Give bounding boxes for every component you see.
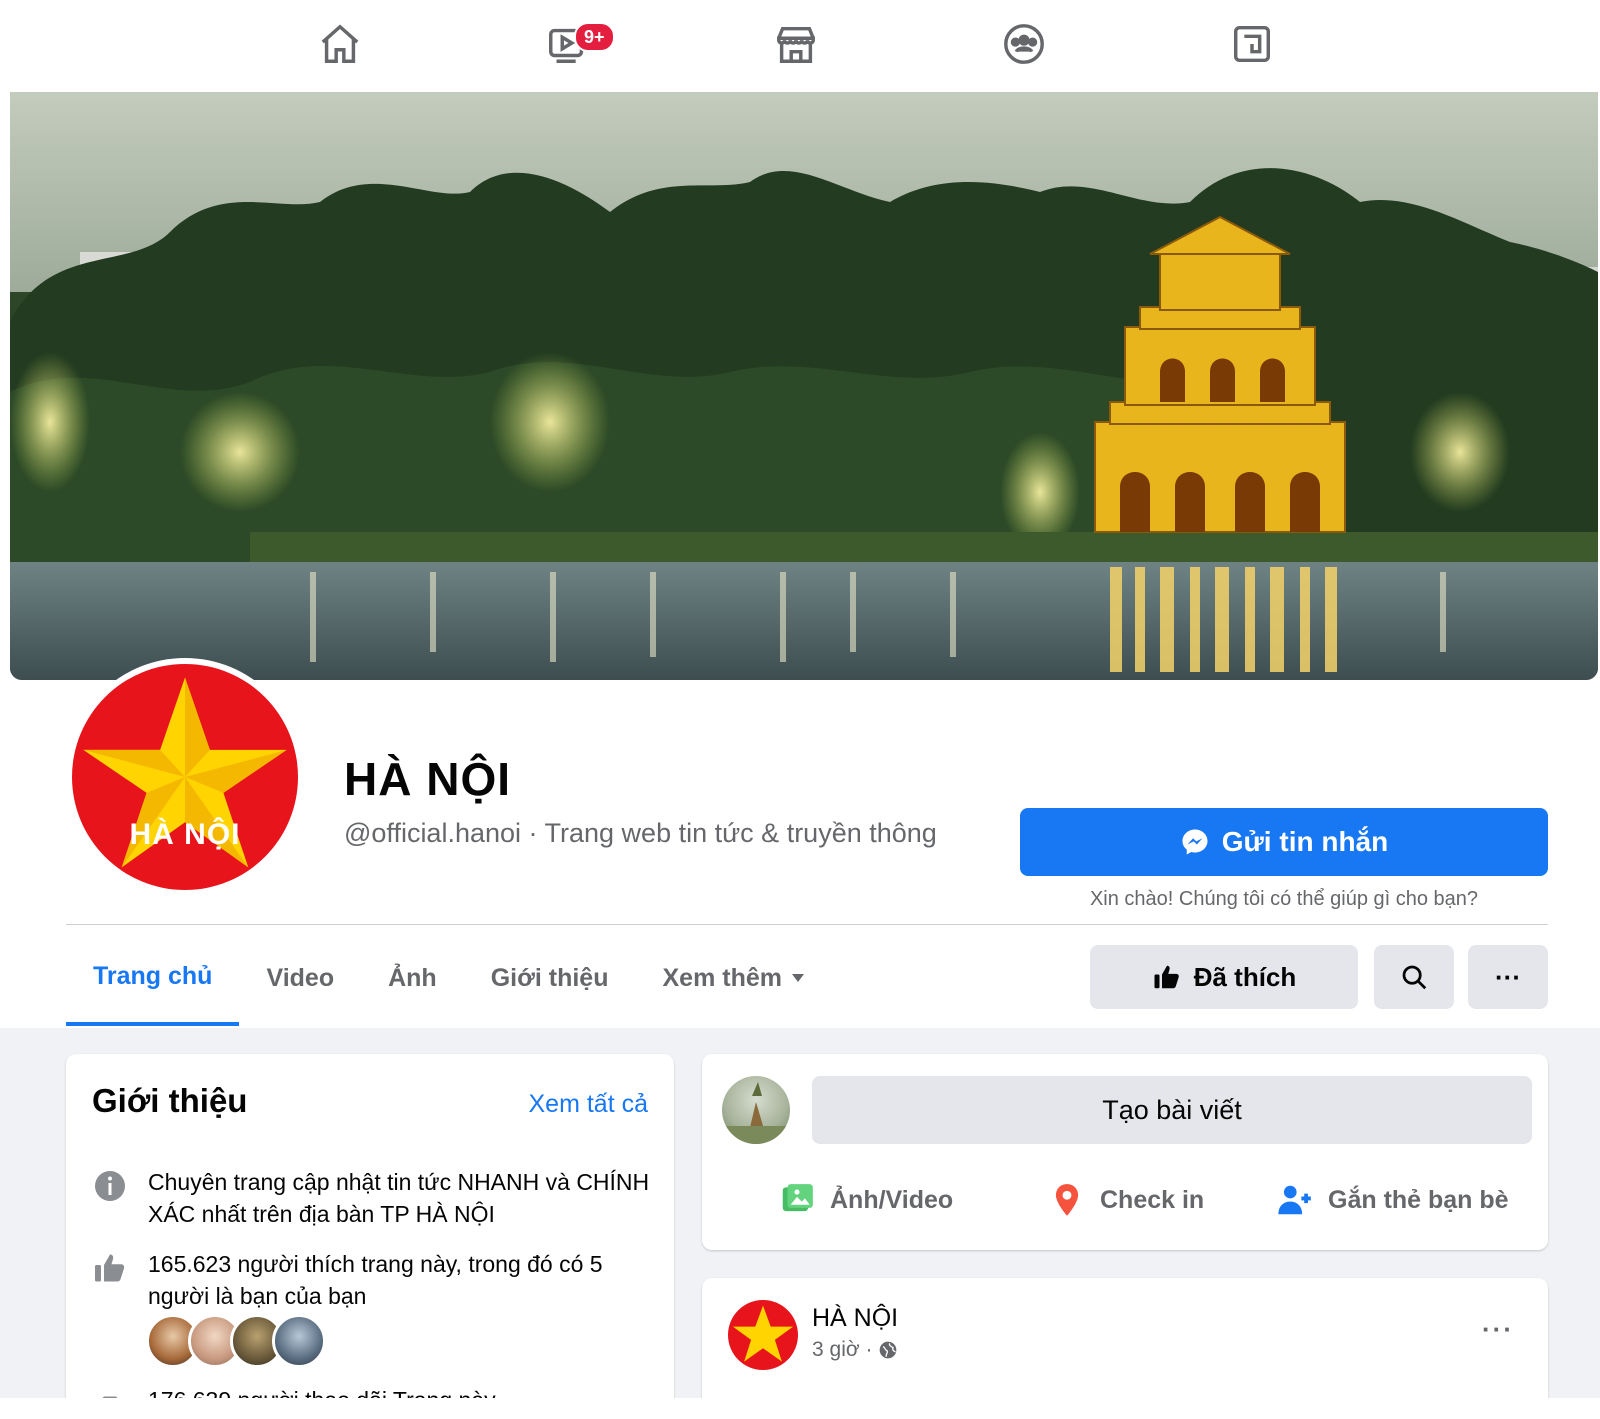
more-options-button[interactable]: ··· [1468,945,1548,1009]
nav-groups[interactable] [996,16,1052,72]
nav-gaming[interactable] [1224,16,1280,72]
tab-label: Xem thêm [662,963,782,992]
gaming-icon [1233,25,1271,63]
tag-friends-icon [1278,1185,1311,1215]
avatar-image: HÀ NỘI [72,664,298,890]
send-message-label: Gửi tin nhắn [1221,826,1389,857]
post-time-label: 3 giờ · [812,1338,873,1361]
page-subtitle: @official.hanoi · Trang web tin tức & tr… [344,818,937,848]
create-post-card: Tạo bài viết Ảnh/Video Check in Gắn thẻ … [702,1054,1548,1250]
home-icon [321,24,359,63]
liked-button[interactable]: Đã thích [1090,945,1358,1009]
star-icon [732,1305,794,1362]
top-navigation: 9+ [0,0,1600,90]
notification-badge: 9+ [574,22,615,52]
friends-avatars[interactable] [146,1314,326,1368]
cover-image [10,92,1598,680]
nav-watch[interactable]: 9+ [540,16,615,72]
user-avatar-image [722,1082,790,1144]
create-post-input[interactable]: Tạo bài viết [812,1076,1532,1144]
intro-likes-row: 165.623 người thích trang này, trong đó … [92,1248,652,1312]
liked-label: Đã thích [1193,961,1297,992]
tab-about[interactable]: Giới thiệu [464,930,636,1026]
search-icon [1402,965,1427,990]
search-button[interactable] [1374,945,1454,1009]
location-pin-icon [1055,1184,1079,1216]
cover-photo[interactable] [10,92,1598,680]
tag-friends-label: Gắn thẻ bạn bè [1328,1185,1509,1214]
photo-video-option[interactable]: Ảnh/Video [778,1172,953,1228]
intro-card: Giới thiệu Xem tất cả Chuyên trang cập n… [66,1054,674,1419]
tag-friends-option[interactable]: Gắn thẻ bạn bè [1276,1172,1509,1228]
post-timestamp: 3 giờ · [812,1338,898,1362]
intro-description: Chuyên trang cập nhật tin tức NHANH và C… [148,1169,650,1227]
avatar-label: HÀ NỘI [129,818,241,851]
intro-description-row: Chuyên trang cập nhật tin tức NHANH và C… [92,1166,652,1230]
tab-label: Trang chủ [93,961,213,990]
intro-title: Giới thiệu [92,1082,248,1119]
tab-more[interactable]: Xem thêm [635,930,830,1026]
globe-icon [880,1341,897,1359]
info-icon [95,1171,125,1201]
intro-likes: 165.623 người thích trang này, trong đó … [148,1251,603,1309]
header-divider [66,924,1548,925]
messenger-icon [1182,829,1208,855]
page-avatar[interactable]: HÀ NỘI [66,658,304,896]
tab-photos[interactable]: Ảnh [361,930,464,1026]
thumbs-up-icon [95,1254,125,1282]
tab-home[interactable]: Trang chủ [66,930,240,1026]
tab-label: Video [266,963,335,992]
post-author-name[interactable]: HÀ NỘI [812,1304,898,1333]
send-message-button[interactable]: Gửi tin nhắn [1020,808,1548,876]
user-avatar[interactable] [722,1076,790,1144]
check-in-label: Check in [1100,1185,1205,1214]
photo-video-label: Ảnh/Video [830,1185,954,1214]
nav-marketplace[interactable] [768,16,824,72]
groups-icon [1004,24,1044,64]
star-icon [83,677,287,868]
tab-label: Giới thiệu [490,963,609,992]
thumbs-up-icon [1154,965,1179,989]
friend-avatar[interactable] [272,1314,326,1368]
nav-home[interactable] [312,16,368,72]
marketplace-icon [777,26,815,63]
greeting-text: Xin chào! Chúng tôi có thể giúp gì cho b… [1089,888,1479,910]
more-label: ··· [1495,961,1521,992]
tab-video[interactable]: Video [239,930,361,1026]
page-tabs: Trang chủ Video Ảnh Giới thiệu Xem thêm [66,930,831,1026]
tab-label: Ảnh [388,963,437,992]
bottom-edge [0,1398,1600,1419]
post-more-button[interactable]: ··· [1482,1314,1514,1345]
check-in-option[interactable]: Check in [1048,1172,1204,1228]
page-title: HÀ NỘI [344,753,511,805]
caret-down-icon [791,974,804,982]
post-author-avatar[interactable] [728,1300,798,1370]
see-all-link[interactable]: Xem tất cả [529,1090,649,1119]
photo-video-icon [782,1184,813,1212]
